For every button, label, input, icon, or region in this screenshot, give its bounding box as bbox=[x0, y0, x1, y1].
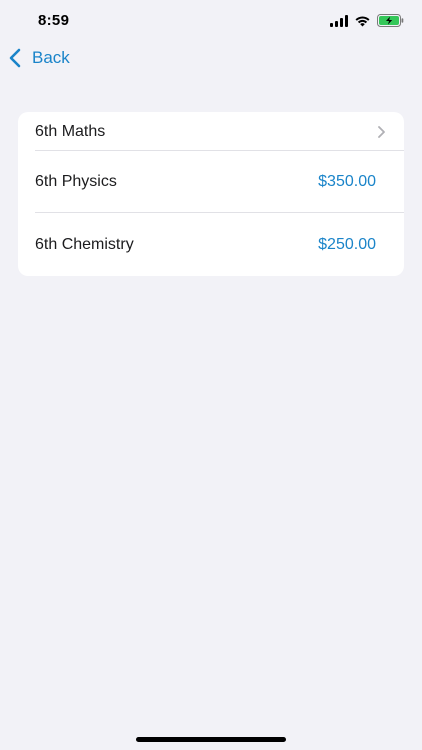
status-bar: 8:59 bbox=[0, 0, 422, 44]
chevron-right-icon bbox=[377, 125, 386, 139]
status-time: 8:59 bbox=[38, 12, 70, 29]
home-indicator[interactable] bbox=[136, 737, 286, 742]
status-icons bbox=[330, 14, 404, 27]
signal-icon bbox=[330, 14, 348, 27]
list-item-label: 6th Chemistry bbox=[35, 235, 134, 253]
list-item-label: 6th Physics bbox=[35, 173, 117, 190]
screen: 8:59 Back 6th Maths 6th Physics $350.00 … bbox=[0, 0, 422, 750]
battery-charging-icon bbox=[377, 14, 404, 27]
list-item-chemistry[interactable]: 6th Chemistry $250.00 bbox=[18, 213, 404, 276]
chevron-left-icon bbox=[8, 48, 22, 68]
price-value: $250.00 bbox=[318, 235, 376, 253]
course-list: 6th Maths 6th Physics $350.00 6th Chemis… bbox=[18, 112, 404, 276]
list-item-label: 6th Maths bbox=[35, 122, 106, 140]
price-value: $350.00 bbox=[318, 173, 376, 190]
wifi-icon bbox=[355, 16, 370, 26]
back-button[interactable]: Back bbox=[8, 48, 70, 68]
list-item-maths[interactable]: 6th Maths bbox=[18, 112, 404, 151]
list-item-physics[interactable]: 6th Physics $350.00 bbox=[18, 151, 404, 213]
back-label: Back bbox=[32, 48, 70, 67]
